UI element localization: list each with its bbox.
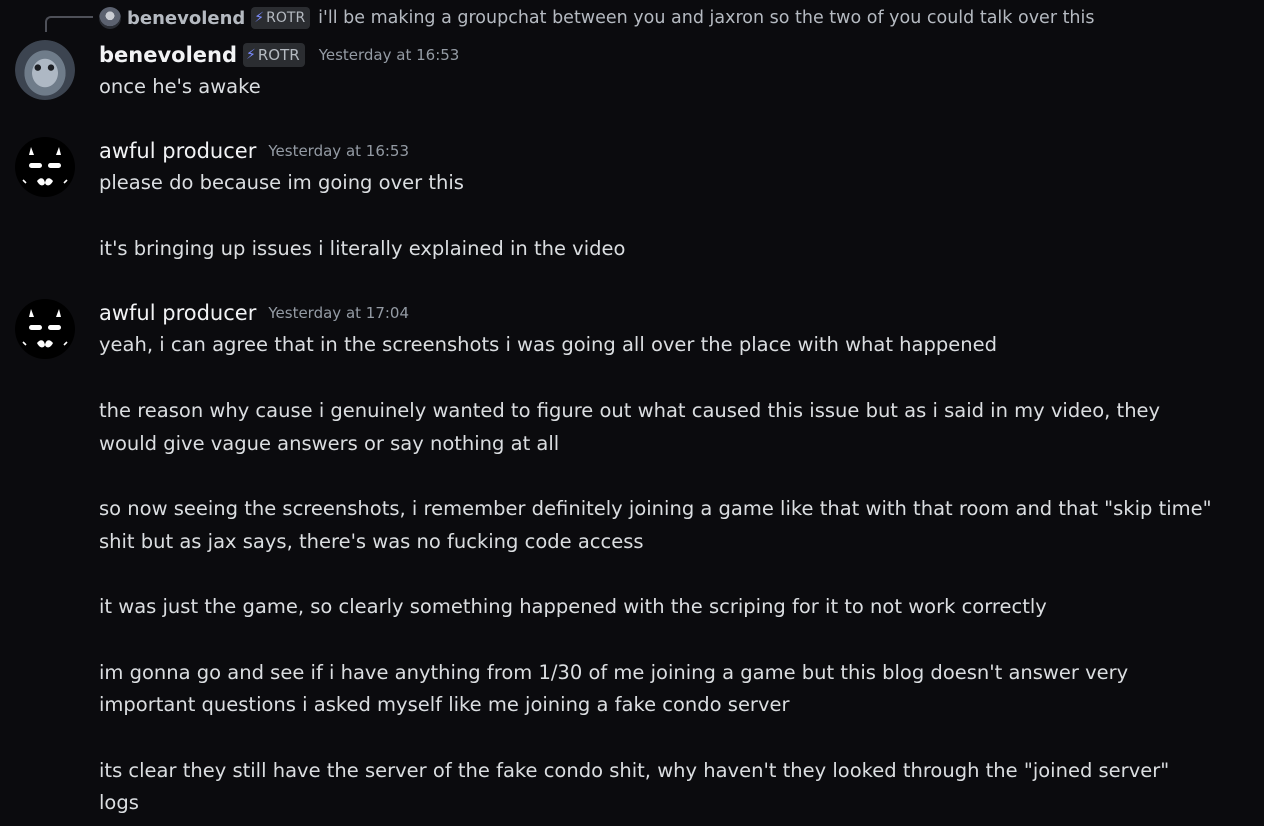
owl-avatar-icon[interactable]: [15, 40, 75, 100]
message-text: yeah, i can agree that in the screenshot…: [99, 333, 997, 356]
reply-author-tag[interactable]: ⚡ ROTR: [251, 7, 311, 29]
author-tag[interactable]: ⚡ ROTR: [243, 43, 305, 67]
message-header: awful producer Yesterday at 17:04: [99, 298, 409, 328]
message-text: important questions i asked myself like …: [99, 693, 790, 716]
message-text: it was just the game, so clearly somethi…: [99, 595, 1047, 618]
masked-face-avatar-icon[interactable]: [15, 299, 75, 359]
message-text: the reason why cause i genuinely wanted …: [99, 399, 1161, 422]
message-header: awful producer Yesterday at 16:53: [99, 136, 409, 166]
reply-spine: [45, 16, 93, 32]
message-text: im gonna go and see if i have anything f…: [99, 661, 1129, 684]
message-text: logs: [99, 791, 139, 814]
reply-preview[interactable]: benevolend ⚡ ROTR i'll be making a group…: [99, 5, 1095, 31]
reply-author[interactable]: benevolend: [127, 8, 245, 29]
chat-message-list: benevolend ⚡ ROTR i'll be making a group…: [0, 0, 1264, 826]
reply-avatar[interactable]: [99, 7, 121, 29]
message-text: once he's awake: [99, 75, 261, 98]
timestamp[interactable]: Yesterday at 16:53: [268, 142, 409, 160]
timestamp[interactable]: Yesterday at 17:04: [268, 304, 409, 322]
message-text: its clear they still have the server of …: [99, 759, 1170, 782]
timestamp[interactable]: Yesterday at 16:53: [319, 46, 460, 64]
username[interactable]: awful producer: [99, 301, 256, 325]
bolt-icon: ⚡: [254, 10, 265, 26]
username[interactable]: awful producer: [99, 139, 256, 163]
reply-text[interactable]: i'll be making a groupchat between you a…: [318, 8, 1094, 28]
message-text: would give vague answers or say nothing …: [99, 432, 560, 455]
message-text: please do because im going over this: [99, 171, 464, 194]
tag-label: ROTR: [257, 46, 300, 64]
message-text: it's bringing up issues i literally expl…: [99, 237, 626, 260]
username[interactable]: benevolend: [99, 43, 237, 67]
reply-tag-label: ROTR: [266, 10, 306, 26]
message-header: benevolend ⚡ ROTR Yesterday at 16:53: [99, 40, 459, 70]
message-text: shit but as jax says, there's was no fuc…: [99, 530, 644, 553]
masked-face-avatar-icon[interactable]: [15, 137, 75, 197]
message-text: so now seeing the screenshots, i remembe…: [99, 497, 1212, 520]
bolt-icon: ⚡: [246, 47, 256, 63]
